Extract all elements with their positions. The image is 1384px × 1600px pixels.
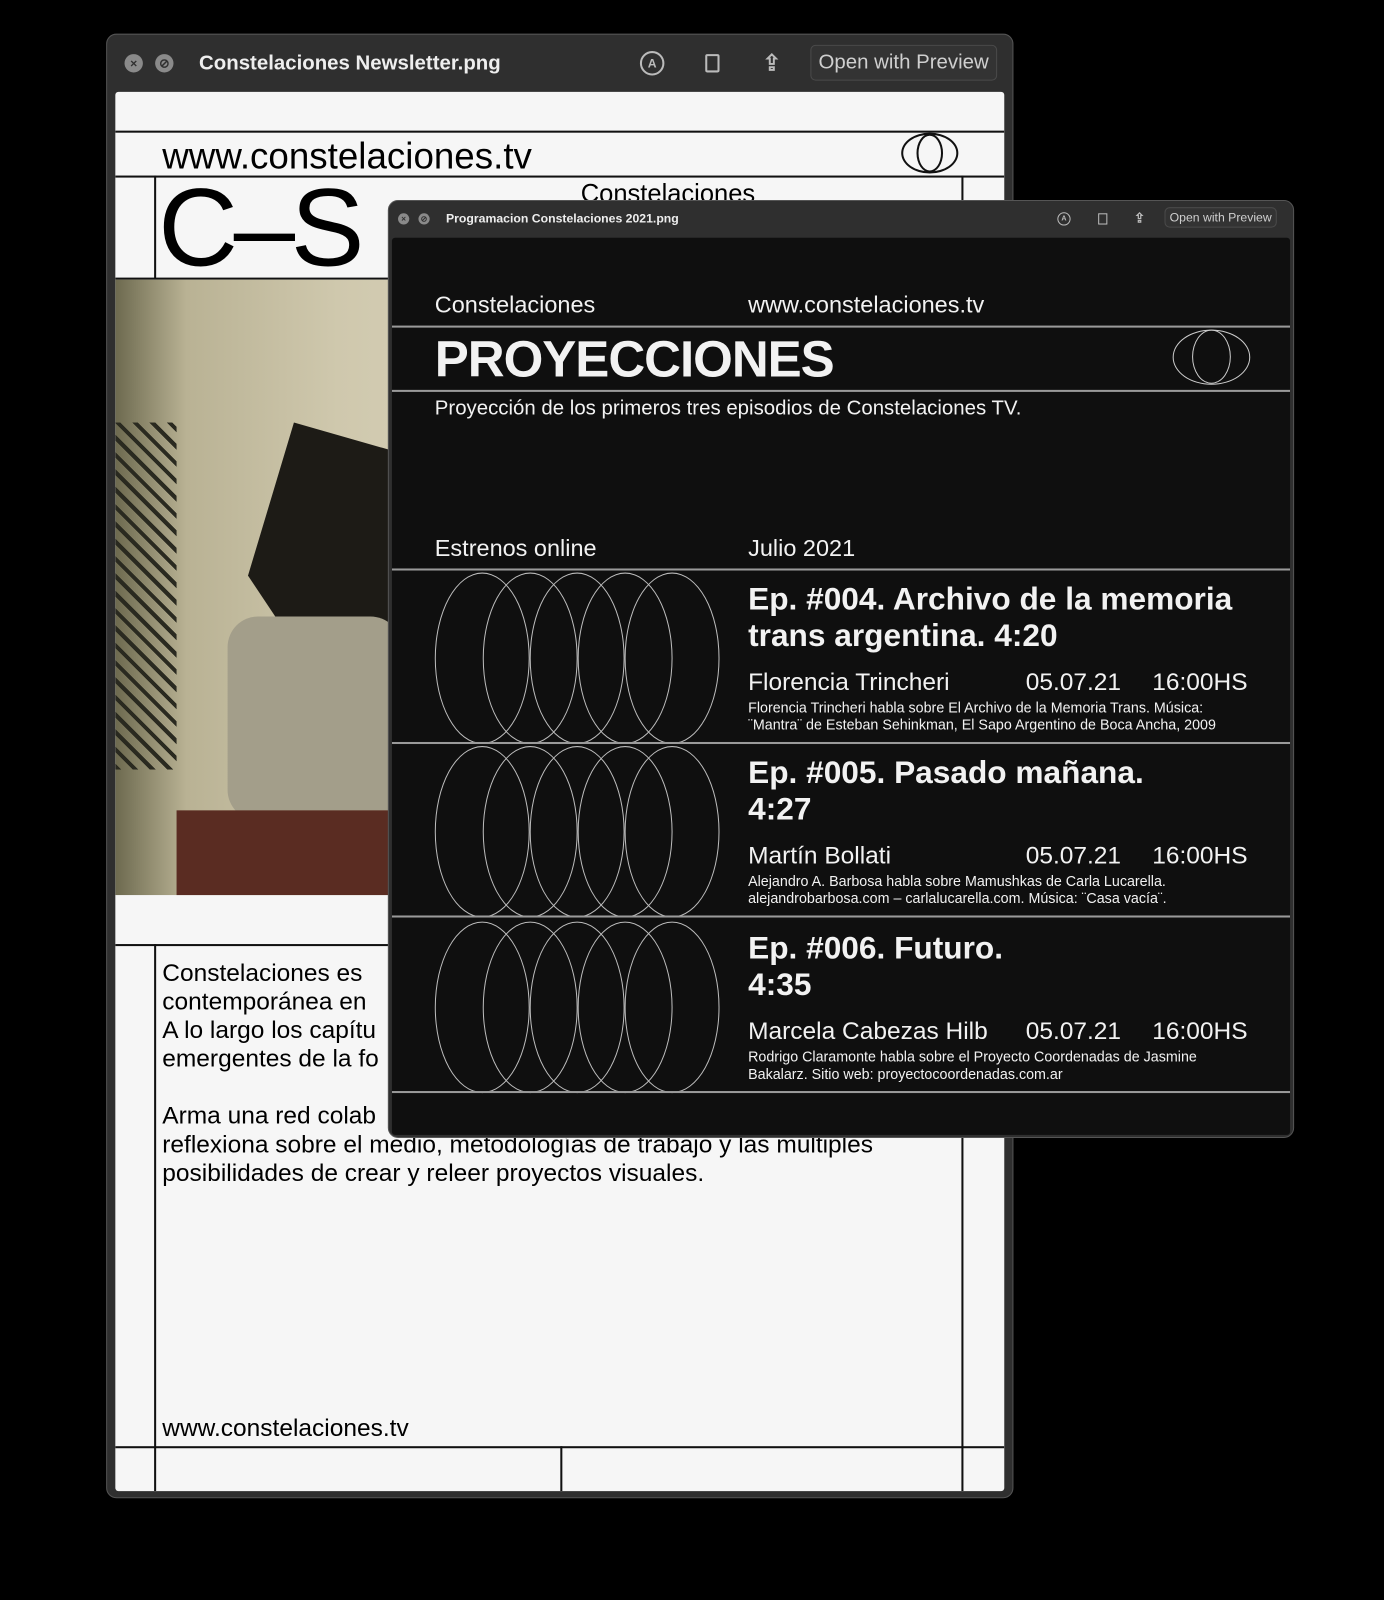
markup-icon[interactable]: A (1057, 211, 1071, 226)
cs-logo: C–S (158, 165, 364, 289)
episode-date: 05.07.21 (1025, 668, 1122, 697)
close-button[interactable]: × (124, 54, 143, 73)
episode-row[interactable]: Ep. #004. Archivo de la memoria trans arg… (391, 571, 1291, 745)
share-icon[interactable]: ⇪ (1134, 210, 1145, 226)
programacion-window: × ⊘ Programacion Constelaciones 2021.png… (387, 200, 1295, 1138)
fullscreen-button[interactable]: ⊘ (155, 54, 174, 73)
episode-time: 16:00HS (1152, 668, 1248, 697)
markup-icon[interactable]: A (639, 51, 665, 76)
episode-title: Ep. #006. Futuro. 4:35 (748, 930, 1003, 1003)
episode-guest: Marcela Cabezas Hilb (748, 1017, 988, 1046)
section-date: Julio 2021 (748, 534, 856, 562)
share-icon[interactable]: ⇪ (762, 50, 781, 77)
episode-title: Ep. #004. Archivo de la memoria trans arg… (748, 581, 1232, 654)
section-label: Estrenos online (434, 534, 597, 562)
rotate-icon[interactable] (705, 54, 720, 73)
programacion-page: Constelaciones www.constelaciones.tv PRO… (391, 237, 1291, 1135)
episode-description: Alejandro A. Barbosa habla sobre Mamushk… (748, 873, 1167, 908)
ellipses-graphic (434, 921, 721, 1094)
description-line: Rodrigo Claramonte habla sobre el Proyec… (748, 1048, 1197, 1065)
ellipse-outline (624, 921, 720, 1094)
text-line: posibilidades de crear y releer proyecto… (162, 1159, 705, 1187)
page-title: PROYECCIONES (434, 330, 835, 388)
episode-guest: Martín Bollati (748, 841, 892, 870)
ellipses-graphic (434, 746, 721, 918)
description-line: Florencia Trincheri habla sobre El Archi… (748, 699, 1204, 716)
description-line: ¨Mantra¨ de Esteban Sehinkman, El Sapo A… (748, 716, 1216, 733)
episode-date: 05.07.21 (1025, 1017, 1122, 1046)
episode-time: 16:00HS (1152, 1017, 1248, 1046)
episode-time: 16:00HS (1152, 841, 1248, 870)
subtitle: Proyección de los primeros tres episodio… (434, 397, 1022, 420)
episode-row[interactable]: Ep. #005. Pasado mañana. 4:27 Martín Boll… (391, 744, 1291, 918)
episode-row[interactable]: Ep. #006. Futuro. 4:35 Marcela Cabezas Hi… (391, 920, 1291, 1094)
episode-description: Florencia Trincheri habla sobre El Archi… (748, 699, 1216, 734)
globe-logo-icon (901, 132, 959, 174)
episode-date: 05.07.21 (1025, 841, 1122, 870)
rotate-icon[interactable] (1098, 212, 1108, 225)
open-with-preview-button[interactable]: Open with Preview (810, 44, 997, 81)
open-with-preview-button[interactable]: Open with Preview (1164, 207, 1277, 228)
close-button[interactable]: × (398, 212, 410, 225)
brand-label: Constelaciones (434, 290, 596, 318)
ellipses-graphic (434, 572, 721, 745)
globe-logo-icon (1172, 329, 1251, 385)
title-bar: × ⊘ Programacion Constelaciones 2021.png… (389, 201, 1293, 236)
episode-title: Ep. #005. Pasado mañana. 4:27 (748, 754, 1144, 827)
window-title: Programacion Constelaciones 2021.png (446, 211, 679, 226)
window-title: Constelaciones Newsletter.png (199, 51, 501, 74)
url-bottom[interactable]: www.constelaciones.tv (162, 1415, 408, 1444)
episode-title-line: Ep. #006. Futuro. (748, 929, 1004, 966)
description-line: alejandrobarbosa.com – carlalucarella.co… (748, 889, 1167, 907)
url[interactable]: www.constelaciones.tv (748, 291, 984, 319)
episode-description: Rodrigo Claramonte habla sobre el Proyec… (748, 1048, 1197, 1083)
episode-title-line: 4:27 (748, 790, 812, 827)
ellipse-outline (624, 572, 720, 745)
title-bar: × ⊘ Constelaciones Newsletter.png A ⇪ Op… (107, 35, 1012, 92)
fullscreen-button[interactable]: ⊘ (418, 212, 430, 225)
episode-title-line: trans argentina. 4:20 (748, 617, 1058, 654)
episode-guest: Florencia Trincheri (748, 668, 950, 697)
description-line: Bakalarz. Sitio web: proyectocoordenadas… (748, 1065, 1063, 1082)
episode-title-line: Ep. #005. Pasado mañana. (748, 754, 1144, 790)
episode-title-line: 4:35 (748, 966, 812, 1003)
ellipse-outline (624, 746, 720, 918)
episode-title-line: Ep. #004. Archivo de la memoria (748, 580, 1233, 617)
description-line: Alejandro A. Barbosa habla sobre Mamushk… (748, 872, 1166, 889)
